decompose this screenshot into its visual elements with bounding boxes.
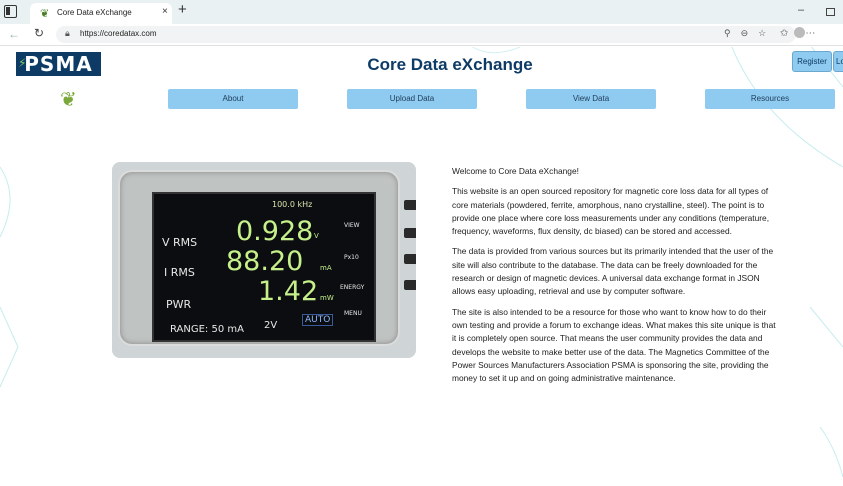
url-field[interactable]: 🔒︎ https://coredatax.com ⚲⊖☆	[56, 26, 796, 43]
web-page: PSMA Core Data eXchange Register Log ❦ A…	[0, 47, 843, 486]
paragraph-2: The data is provided from various source…	[452, 246, 774, 297]
tab-actions-icon[interactable]	[4, 5, 17, 18]
meter-menu-view: VIEW	[344, 222, 360, 229]
leaf-logo-icon: ❦	[60, 89, 77, 111]
meter-vrms-value: 0.928	[236, 216, 314, 247]
meter-softkey	[404, 228, 416, 238]
register-button[interactable]: Register	[792, 51, 832, 72]
maximize-icon[interactable]	[826, 8, 835, 16]
power-meter-image: 100.0 kHz V RMS 0.928 V I RMS 88.20 mA P…	[112, 162, 416, 358]
favicon-leaf-icon: ❦	[40, 8, 50, 20]
address-bar: ← ↻ 🔒︎ https://coredatax.com ⚲⊖☆ ✩ ⋯	[0, 24, 843, 46]
back-arrow-icon[interactable]: ←	[8, 27, 20, 41]
tab-close-icon[interactable]: ×	[162, 6, 168, 17]
nav-about-button[interactable]: About	[168, 89, 298, 109]
browser-tab[interactable]: ❦ Core Data eXchange ×	[30, 3, 172, 24]
reload-icon[interactable]: ↻	[34, 26, 44, 40]
meter-vrms-unit: V	[314, 232, 319, 240]
meter-bezel: 100.0 kHz V RMS 0.928 V I RMS 88.20 mA P…	[118, 170, 416, 346]
page-title: Core Data eXchange	[367, 55, 533, 74]
welcome-article: Welcome to Core Data eXchange! This webs…	[452, 165, 777, 392]
profile-avatar[interactable]	[794, 27, 806, 38]
meter-pwr-value: 1.42	[258, 276, 319, 307]
paragraph-1: This website is an open sourced reposito…	[452, 186, 770, 237]
welcome-heading: Welcome to Core Data eXchange!	[452, 166, 579, 176]
tab-title: Core Data eXchange	[57, 8, 132, 17]
nav-view-data-button[interactable]: View Data	[526, 89, 656, 109]
meter-irms-unit: mA	[320, 264, 332, 272]
nav-upload-data-button[interactable]: Upload Data	[347, 89, 477, 109]
meter-range: RANGE: 50 mA	[170, 324, 244, 335]
psma-logo[interactable]: PSMA	[16, 51, 101, 76]
meter-irms-value: 88.20	[226, 246, 304, 277]
meter-softkey	[404, 280, 416, 290]
browser-tab-bar: ❦ Core Data eXchange × + –	[0, 0, 843, 24]
new-tab-button[interactable]: +	[178, 2, 187, 17]
toolbar-icons[interactable]: ✩ ⋯	[780, 27, 821, 39]
login-button[interactable]: Log	[833, 51, 843, 72]
meter-screen: 100.0 kHz V RMS 0.928 V I RMS 88.20 mA P…	[152, 192, 376, 342]
meter-softkey	[404, 254, 416, 264]
meter-frequency: 100.0 kHz	[272, 200, 313, 209]
meter-menu-menu: MENU	[344, 310, 362, 317]
meter-range-volts: 2V	[264, 320, 278, 331]
meter-auto-badge: AUTO	[302, 314, 334, 326]
minimize-icon[interactable]: –	[798, 4, 804, 16]
meter-softkey	[404, 200, 416, 210]
paragraph-3: The site is also intended to be a resour…	[452, 306, 776, 384]
meter-menu-px: Px10	[344, 254, 359, 261]
meter-menu-energy: ENERGY	[340, 284, 365, 291]
zoom-icon[interactable]: ⚲⊖☆	[724, 28, 776, 39]
meter-pwr-label: PWR	[166, 298, 192, 311]
meter-irms-label: I RMS	[164, 266, 195, 279]
meter-pwr-unit: mW	[320, 294, 334, 302]
url-text[interactable]: https://coredatax.com	[80, 29, 156, 38]
lock-icon: 🔒︎	[65, 28, 70, 38]
meter-vrms-label: V RMS	[162, 236, 198, 249]
nav-resources-button[interactable]: Resources	[705, 89, 835, 109]
